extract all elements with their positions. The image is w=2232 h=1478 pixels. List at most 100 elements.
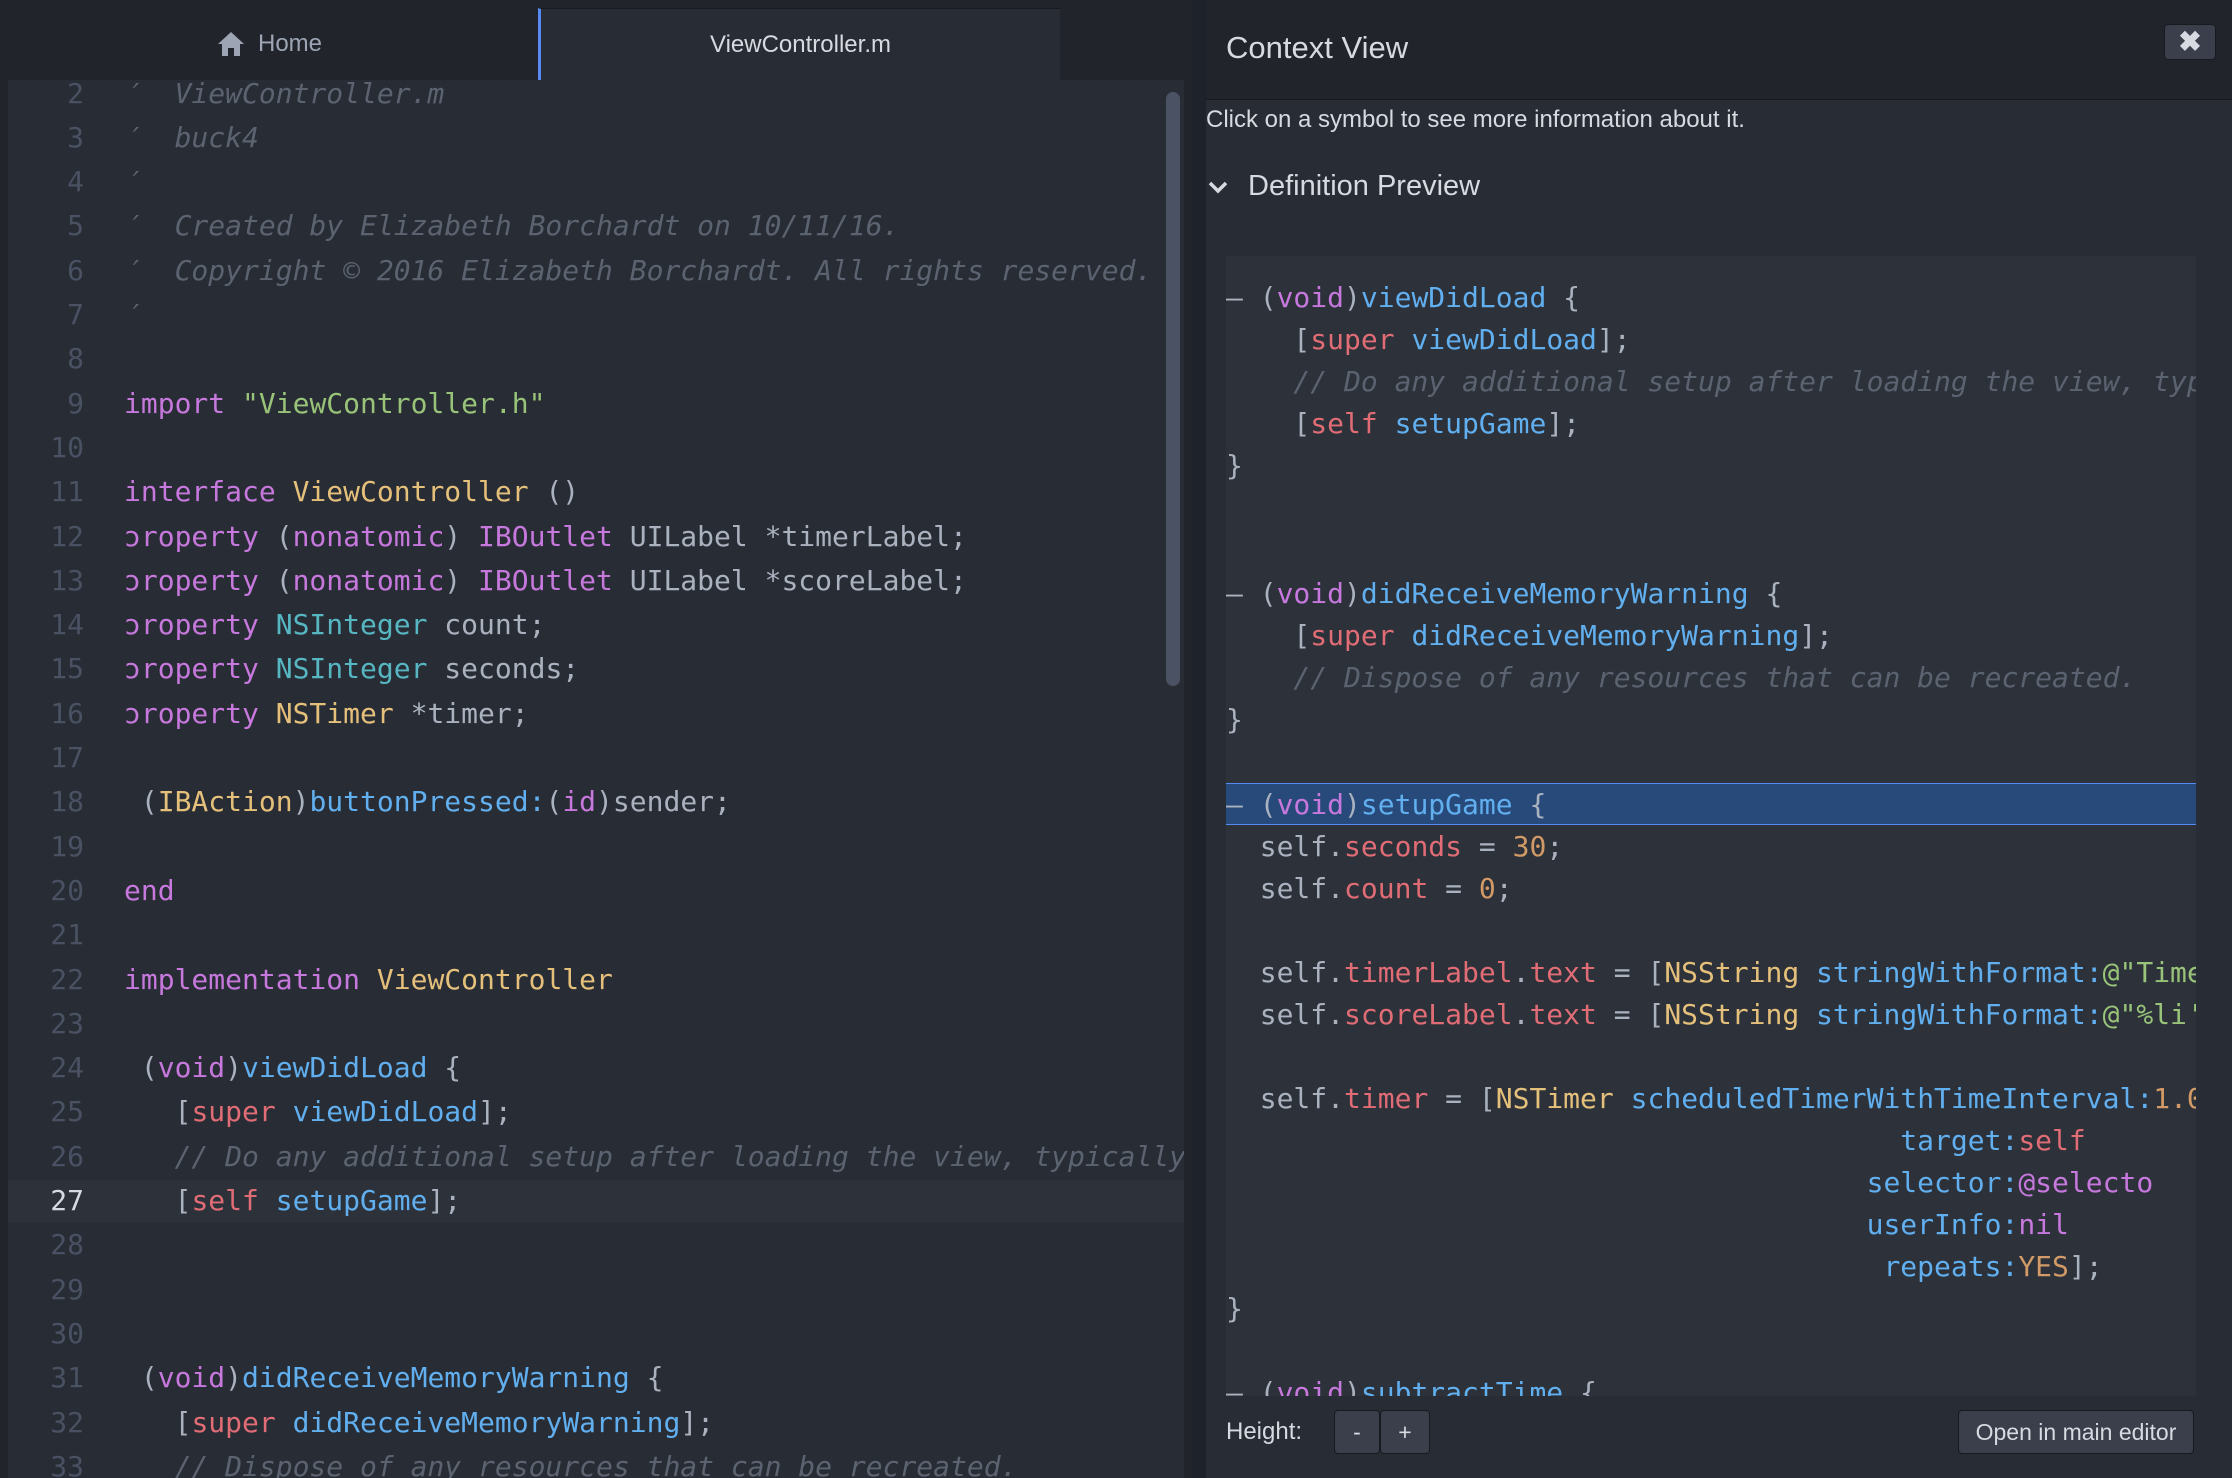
code-token[interactable]: ) (293, 785, 310, 818)
code-token[interactable]: ( (124, 785, 158, 818)
code-token[interactable] (1226, 1124, 1900, 1157)
code-line[interactable]: 32 [super didReceiveMemoryWarning]; (8, 1401, 1184, 1443)
code-token[interactable]: { (1563, 1376, 1597, 1397)
preview-line[interactable]: // Do any additional setup after loading… (1226, 360, 2196, 402)
code-token[interactable]: ]; (427, 1184, 461, 1217)
code-token[interactable]: ) (444, 564, 478, 597)
code-token[interactable]: IBOutlet (478, 520, 630, 553)
preview-line[interactable]: self. count = 0; (1226, 867, 2196, 909)
code-token[interactable]: ViewController (377, 963, 613, 996)
code-token[interactable]: setupGame (276, 1184, 428, 1217)
code-line[interactable]: 7 ′ (8, 294, 1184, 336)
code-token[interactable] (1226, 1250, 1883, 1283)
code-token[interactable]: text (1529, 998, 1596, 1031)
code-line[interactable]: 4 ′ (8, 161, 1184, 203)
code-token[interactable]: viewDidLoad (1361, 281, 1546, 314)
code-token[interactable]: ′ buck4 (124, 121, 259, 154)
code-token[interactable]: userInfo: (1867, 1208, 2019, 1241)
code-token[interactable]: ) (444, 520, 478, 553)
code-token[interactable]: ɔroperty (124, 697, 276, 730)
preview-line[interactable]: self. timer = [NSTimer scheduledTimerWith… (1226, 1077, 2196, 1119)
code-line[interactable]: 5 ′ Created by Elizabeth Borchardt on 10/… (8, 205, 1184, 247)
preview-line[interactable]: selector: @selecto (1226, 1161, 2196, 1203)
code-token[interactable]: . (1513, 998, 1530, 1031)
code-token[interactable] (1395, 323, 1412, 356)
code-line[interactable]: 16 ɔroperty NSTimer *timer; (8, 692, 1184, 734)
code-token[interactable] (1614, 1082, 1631, 1115)
code-line[interactable]: 31 (void)didReceiveMemoryWarning { (8, 1357, 1184, 1399)
code-line[interactable]: 28 (8, 1224, 1184, 1266)
code-line[interactable]: 9 import "ViewController.h" (8, 382, 1184, 424)
code-line[interactable]: 15 ɔroperty NSInteger seconds; (8, 648, 1184, 690)
preview-line[interactable]: userInfo: nil (1226, 1203, 2196, 1245)
code-token[interactable]: setupGame (1395, 407, 1547, 440)
code-token[interactable] (1799, 998, 1816, 1031)
code-token[interactable]: ]; (1597, 323, 1631, 356)
code-token[interactable]: @"%li' (2103, 998, 2196, 1031)
preview-line[interactable]: self. seconds = 30; (1226, 825, 2196, 867)
code-token[interactable]: super (191, 1406, 275, 1439)
code-line[interactable]: 20 end (8, 869, 1184, 911)
preview-line[interactable]: – (void) didReceiveMemoryWarning { (1226, 572, 2196, 614)
code-token[interactable]: nonatomic (293, 564, 445, 597)
code-token[interactable]: didReceiveMemoryWarning (1411, 619, 1799, 652)
code-line[interactable]: 2 ′ ViewController.m (8, 80, 1184, 114)
code-token[interactable]: selector: (1867, 1166, 2019, 1199)
code-token[interactable]: . (1513, 956, 1530, 989)
code-token[interactable]: NSString (1664, 998, 1799, 1031)
preview-line[interactable]: } (1226, 698, 2196, 740)
code-token[interactable]: ′ (124, 298, 141, 331)
code-token[interactable]: ′ Created by Elizabeth Borchardt on 10/1… (124, 209, 899, 242)
code-token[interactable]: self. (1226, 956, 1344, 989)
preview-line[interactable] (1226, 528, 2196, 570)
code-token[interactable]: count; (427, 608, 545, 641)
code-token[interactable]: text (1529, 956, 1596, 989)
preview-line[interactable]: self. timerLabel. text = [NSString stringW… (1226, 951, 2196, 993)
preview-line[interactable]: – (void) subtractTime { (1226, 1371, 2196, 1397)
code-token[interactable]: void (158, 1361, 225, 1394)
preview-line[interactable]: [super didReceiveMemoryWarning]; (1226, 614, 2196, 656)
code-token[interactable]: [ (124, 1406, 192, 1439)
code-token[interactable]: buttonPressed: (309, 785, 545, 818)
code-line[interactable]: 23 (8, 1002, 1184, 1044)
code-token[interactable]: } (1226, 449, 1243, 482)
preview-line[interactable]: } (1226, 444, 2196, 486)
code-line[interactable]: 25 [super viewDidLoad]; (8, 1091, 1184, 1133)
preview-line[interactable] (1226, 1329, 2196, 1371)
code-token[interactable]: ( (276, 520, 293, 553)
code-token[interactable]: NSTimer (276, 697, 394, 730)
code-line[interactable]: 27 [self setupGame]; (8, 1179, 1184, 1222)
code-token[interactable]: NSInteger (276, 608, 428, 641)
code-token[interactable]: ) (1344, 577, 1361, 610)
code-token[interactable]: ( (124, 1051, 158, 1084)
code-token[interactable]: ViewController (293, 475, 529, 508)
code-token[interactable]: // Do any additional setup after loading… (1226, 365, 2196, 398)
code-token[interactable]: ′ Copyright © 2016 Elizabeth Borchardt. … (124, 254, 1152, 287)
height-decrease-button[interactable]: - (1334, 1410, 1380, 1454)
code-line[interactable]: 18 (IBAction)buttonPressed:(id)sender; (8, 781, 1184, 823)
code-token[interactable]: ) (1344, 281, 1361, 314)
code-line[interactable]: 12 ɔroperty (nonatomic) IBOutlet UILabel … (8, 515, 1184, 557)
code-token[interactable]: self (2018, 1124, 2085, 1157)
code-token[interactable]: IBOutlet (478, 564, 630, 597)
preview-line[interactable] (1226, 909, 2196, 951)
code-token[interactable]: nonatomic (293, 520, 445, 553)
code-token[interactable]: NSString (1664, 956, 1799, 989)
code-token[interactable]: setupGame (1361, 788, 1513, 821)
code-line[interactable]: 24 (void)viewDidLoad { (8, 1047, 1184, 1089)
code-token[interactable]: viewDidLoad (1411, 323, 1596, 356)
code-token[interactable]: ) (1344, 1376, 1361, 1397)
code-token[interactable]: ]; (478, 1095, 512, 1128)
code-line[interactable]: 8 (8, 338, 1184, 380)
code-token[interactable]: UILabel *scoreLabel; (630, 564, 967, 597)
code-token[interactable] (276, 1095, 293, 1128)
code-token[interactable]: – ( (1226, 281, 1277, 314)
code-token[interactable]: seconds (1344, 830, 1462, 863)
preview-line[interactable]: [super viewDidLoad]; (1226, 318, 2196, 360)
code-token[interactable]: NSTimer (1496, 1082, 1614, 1115)
code-token[interactable]: void (1277, 788, 1344, 821)
code-token[interactable]: IBAction (158, 785, 293, 818)
code-token[interactable]: self (1310, 407, 1377, 440)
code-line[interactable]: 21 (8, 914, 1184, 956)
code-token[interactable]: didReceiveMemoryWarning (242, 1361, 630, 1394)
